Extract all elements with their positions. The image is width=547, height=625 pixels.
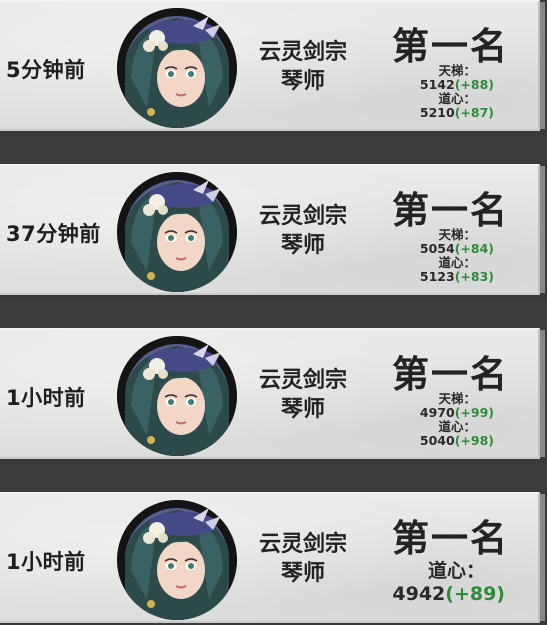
feed-item: 37分钟前 云灵剑宗 琴师 第一名 天梯： 5054(+84) 道心： 5123… xyxy=(0,164,545,295)
portrait-avatar-icon[interactable] xyxy=(117,500,237,620)
entry-time: 1小时前 xyxy=(6,386,86,410)
entry-identity: 云灵剑宗 琴师 xyxy=(248,202,358,260)
ladder-label: 天梯： xyxy=(438,227,476,242)
dao-delta: (+98) xyxy=(454,433,494,448)
feed-divider xyxy=(0,137,547,163)
feed-item: 1小时前 云灵剑宗 琴师 第一名 天梯： 4970(+99) 道心： 5040(… xyxy=(0,328,545,459)
dao-label: 道心： xyxy=(427,560,485,582)
score-block: 天梯： 5054(+84) 道心： 5123(+83) xyxy=(380,228,494,284)
dao-score: 5040 xyxy=(419,433,455,448)
rank-title: 第一名 xyxy=(392,517,509,560)
entry-time: 1小时前 xyxy=(6,550,86,574)
portrait-avatar-icon[interactable] xyxy=(117,336,237,456)
score-block: 天梯： 4970(+99) 道心： 5040(+98) xyxy=(380,392,494,448)
ladder-score: 5054 xyxy=(419,241,455,256)
ladder-delta: (+99) xyxy=(454,405,494,420)
entry-time: 37分钟前 xyxy=(6,222,101,246)
dao-label: 道心： xyxy=(438,419,476,434)
score-block: 道心： 4942(+89) xyxy=(370,560,505,606)
ladder-label: 天梯： xyxy=(438,391,476,406)
ladder-delta: (+88) xyxy=(454,77,494,92)
dao-label: 道心： xyxy=(438,255,476,270)
feed-divider xyxy=(0,465,547,491)
dao-score-row: 5123(+83) xyxy=(380,270,494,284)
dao-score-row: 5040(+98) xyxy=(380,434,494,448)
ladder-score-row: 4970(+99) xyxy=(380,406,494,420)
dao-delta: (+87) xyxy=(454,105,494,120)
rank-title: 第一名 xyxy=(392,353,509,396)
sect-name: 云灵剑宗 xyxy=(258,204,347,229)
sect-name: 云灵剑宗 xyxy=(258,368,347,393)
ladder-label: 天梯： xyxy=(438,63,476,78)
feed-item: 1小时前 云灵剑宗 琴师 第一名 道心： 4942(+89) xyxy=(0,492,545,623)
sect-name: 云灵剑宗 xyxy=(258,40,347,65)
feed-divider xyxy=(0,301,547,327)
entry-identity: 云灵剑宗 琴师 xyxy=(248,530,358,588)
entry-identity: 云灵剑宗 琴师 xyxy=(248,366,358,424)
ladder-score-row: 5142(+88) xyxy=(380,78,494,92)
ladder-score-row: 5054(+84) xyxy=(380,242,494,256)
role-name: 琴师 xyxy=(280,561,325,586)
role-name: 琴师 xyxy=(280,397,325,422)
dao-label: 道心： xyxy=(438,91,476,106)
ladder-score: 4970 xyxy=(419,405,455,420)
dao-delta: (+83) xyxy=(454,269,494,284)
portrait-avatar-icon[interactable] xyxy=(117,172,237,292)
dao-score-row: 5210(+87) xyxy=(380,106,494,120)
ladder-score: 5142 xyxy=(419,77,455,92)
role-name: 琴师 xyxy=(280,233,325,258)
portrait-avatar-icon[interactable] xyxy=(117,8,237,128)
dao-score: 5210 xyxy=(419,105,455,120)
role-name: 琴师 xyxy=(280,69,325,94)
dao-delta: (+89) xyxy=(445,583,505,605)
sect-name: 云灵剑宗 xyxy=(258,532,347,557)
dao-score: 4942 xyxy=(392,583,446,605)
ladder-delta: (+84) xyxy=(454,241,494,256)
dao-score: 5123 xyxy=(419,269,455,284)
rank-title: 第一名 xyxy=(392,189,509,232)
dao-score-row: 4942(+89) xyxy=(370,583,505,606)
entry-identity: 云灵剑宗 琴师 xyxy=(248,38,358,96)
score-block: 天梯： 5142(+88) 道心： 5210(+87) xyxy=(380,64,494,120)
feed-item: 5分钟前 云灵剑宗 琴师 第一名 天梯： 5142(+88) 道心： 5210(… xyxy=(0,0,545,131)
entry-time: 5分钟前 xyxy=(6,58,86,82)
rank-title: 第一名 xyxy=(392,25,509,68)
